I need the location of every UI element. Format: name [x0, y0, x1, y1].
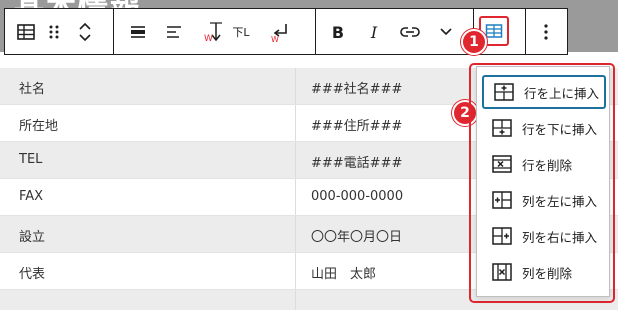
chevron-down-icon — [439, 27, 453, 37]
toolbar-separator — [525, 9, 526, 54]
more-options-button[interactable] — [529, 15, 563, 49]
table-button[interactable] — [9, 15, 43, 49]
text-align-icon — [164, 22, 184, 42]
table-cell-label[interactable]: 社名 — [19, 78, 45, 97]
table-cell-label[interactable]: FAX — [19, 189, 43, 204]
toolbar-separator — [315, 9, 316, 54]
bold-icon: B — [331, 22, 345, 42]
table-cell-value[interactable]: ###社名### — [311, 78, 402, 97]
menu-item-insert-row-above[interactable]: 行を上に挿入 — [482, 75, 606, 109]
align-icon — [128, 22, 148, 42]
menu-item-delete-column[interactable]: 列を削除 — [482, 255, 606, 289]
delete-row-icon — [490, 152, 514, 176]
table-cell-value[interactable]: ###電話### — [311, 152, 402, 171]
menu-item-label: 行を下に挿入 — [522, 121, 598, 137]
menu-item-label: 列を左に挿入 — [522, 193, 598, 209]
table-cell-value[interactable]: 000-000-0000 — [311, 189, 403, 204]
align-button[interactable] — [121, 15, 155, 49]
menu-item-delete-row[interactable]: 行を削除 — [482, 147, 606, 181]
insert-column-left-icon — [490, 188, 514, 212]
move-up-down-button[interactable] — [71, 15, 99, 49]
vertical-text-label: 下L — [232, 26, 250, 39]
insert-row-above-icon — [492, 80, 516, 104]
column-divider — [295, 179, 296, 215]
table-cell-label[interactable]: 所在地 — [19, 115, 58, 134]
line-break-button[interactable]: W — [263, 15, 297, 49]
menu-item-label: 列を削除 — [522, 265, 573, 281]
italic-button[interactable]: I — [357, 15, 391, 49]
table-cell-label[interactable]: TEL — [19, 152, 42, 167]
line-break-icon: W — [268, 20, 292, 44]
menu-item-insert-column-left[interactable]: 列を左に挿入 — [482, 183, 606, 217]
table-icon — [16, 22, 36, 42]
text-align-button[interactable] — [157, 15, 191, 49]
link-icon — [399, 25, 421, 39]
more-formatting-button[interactable] — [429, 15, 463, 49]
table-cell-value[interactable]: 〇〇年〇月〇日 — [311, 226, 402, 245]
step-marker-1: 1 — [461, 29, 487, 55]
drag-handle-icon — [48, 23, 60, 41]
vertical-text-button[interactable]: W 下L — [195, 15, 257, 49]
delete-column-icon — [490, 260, 514, 284]
column-divider — [295, 142, 296, 178]
column-divider — [295, 216, 296, 252]
svg-text:W: W — [204, 34, 213, 44]
table-cell-label[interactable]: 設立 — [19, 226, 45, 245]
edit-table-icon — [485, 23, 503, 39]
column-divider — [295, 290, 296, 310]
drag-handle-button[interactable] — [41, 15, 67, 49]
italic-icon: I — [370, 22, 378, 42]
column-divider — [295, 68, 296, 104]
menu-item-insert-column-right[interactable]: 列を右に挿入 — [482, 219, 606, 253]
more-options-icon — [543, 23, 549, 41]
table-cell-label[interactable]: 代表 — [19, 263, 45, 282]
menu-item-label: 列を右に挿入 — [522, 229, 598, 245]
vertical-text-icon: W — [202, 19, 230, 45]
menu-item-label: 行を上に挿入 — [524, 85, 600, 101]
menu-item-label: 行を削除 — [522, 157, 573, 173]
menu-item-insert-row-below[interactable]: 行を下に挿入 — [482, 111, 606, 145]
table-cell-value[interactable]: 山田 太郎 — [311, 263, 376, 282]
move-up-down-icon — [77, 20, 93, 44]
insert-column-right-icon — [490, 224, 514, 248]
bold-button[interactable]: B — [321, 15, 355, 49]
column-divider — [295, 105, 296, 141]
toolbar-separator — [113, 9, 114, 54]
link-button[interactable] — [393, 15, 427, 49]
table-cell-value[interactable]: ###住所### — [311, 115, 402, 134]
insert-row-below-icon — [490, 116, 514, 140]
table-edit-menu: 行を上に挿入 行を下に挿入 行を削除 列を左に挿入 列を右に挿入 列を削除 — [476, 66, 610, 297]
column-divider — [295, 253, 296, 289]
svg-text:W: W — [271, 35, 279, 44]
